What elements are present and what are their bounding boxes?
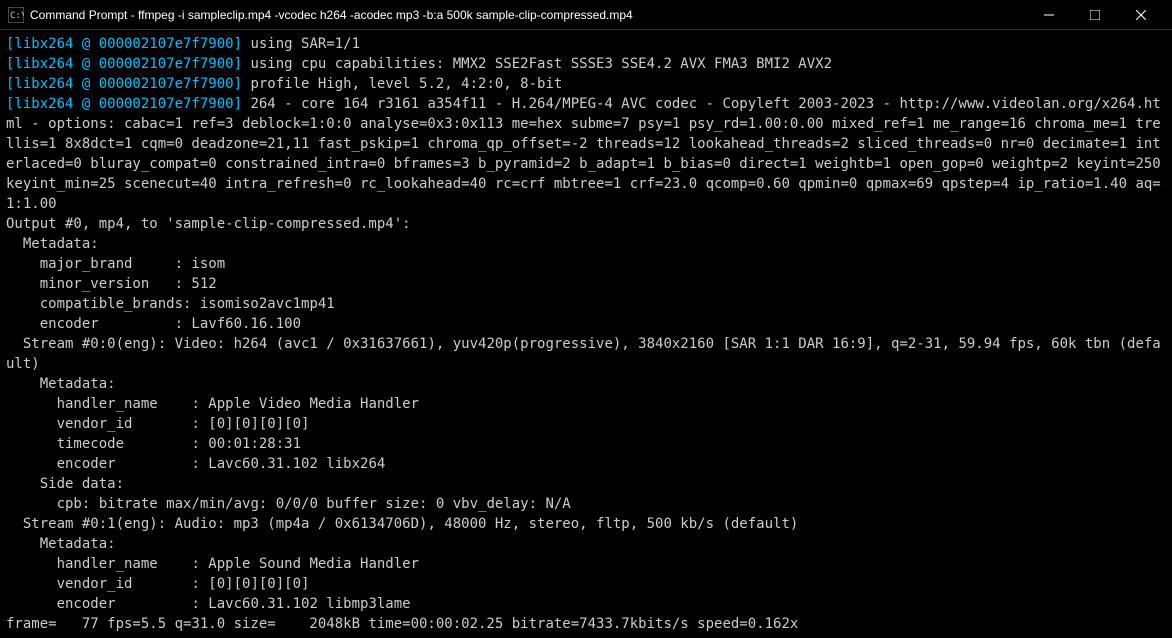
libx264-prefix: [libx264 @ 000002107e7f7900] <box>6 76 242 92</box>
libx264-prefix: [libx264 @ 000002107e7f7900] <box>6 56 242 72</box>
output-line: Side data: <box>6 474 1166 494</box>
output-line: minor_version : 512 <box>6 274 1166 294</box>
maximize-button[interactable] <box>1072 0 1118 30</box>
output-line: compatible_brands: isomiso2avc1mp41 <box>6 294 1166 314</box>
output-line: timecode : 00:01:28:31 <box>6 434 1166 454</box>
window-titlebar: C:\ Command Prompt - ffmpeg -i samplecli… <box>0 0 1172 30</box>
libx264-prefix: [libx264 @ 000002107e7f7900] <box>6 36 242 52</box>
output-text: profile High, level 5.2, 4:2:0, 8-bit <box>242 76 562 92</box>
output-line: cpb: bitrate max/min/avg: 0/0/0 buffer s… <box>6 494 1166 514</box>
output-line: encoder : Lavc60.31.102 libmp3lame <box>6 594 1166 614</box>
output-line: Stream #0:1(eng): Audio: mp3 (mp4a / 0x6… <box>6 514 1166 534</box>
close-button[interactable] <box>1118 0 1164 30</box>
window-title: Command Prompt - ffmpeg -i sampleclip.mp… <box>30 8 1026 22</box>
output-line: handler_name : Apple Sound Media Handler <box>6 554 1166 574</box>
output-line: encoder : Lavc60.31.102 libx264 <box>6 454 1166 474</box>
output-line: major_brand : isom <box>6 254 1166 274</box>
output-line: [libx264 @ 000002107e7f7900] using cpu c… <box>6 54 1166 74</box>
output-line: Metadata: <box>6 234 1166 254</box>
output-line: vendor_id : [0][0][0][0] <box>6 574 1166 594</box>
output-line: Stream #0:0(eng): Video: h264 (avc1 / 0x… <box>6 334 1166 374</box>
output-line: [libx264 @ 000002107e7f7900] profile Hig… <box>6 74 1166 94</box>
output-line: handler_name : Apple Video Media Handler <box>6 394 1166 414</box>
output-text: using cpu capabilities: MMX2 SSE2Fast SS… <box>242 56 832 72</box>
output-text: using SAR=1/1 <box>242 36 360 52</box>
output-line: [libx264 @ 000002107e7f7900] 264 - core … <box>6 94 1166 214</box>
svg-text:C:\: C:\ <box>10 11 24 21</box>
output-line: Metadata: <box>6 374 1166 394</box>
output-line: vendor_id : [0][0][0][0] <box>6 414 1166 434</box>
libx264-prefix: [libx264 @ 000002107e7f7900] <box>6 96 242 112</box>
output-line: encoder : Lavf60.16.100 <box>6 314 1166 334</box>
output-line: Metadata: <box>6 534 1166 554</box>
terminal-output[interactable]: [libx264 @ 000002107e7f7900] using SAR=1… <box>0 30 1172 638</box>
output-text: 264 - core 164 r3161 a354f11 - H.264/MPE… <box>6 96 1169 212</box>
output-line: frame= 77 fps=5.5 q=31.0 size= 2048kB ti… <box>6 614 1166 634</box>
minimize-button[interactable] <box>1026 0 1072 30</box>
output-line: Output #0, mp4, to 'sample-clip-compress… <box>6 214 1166 234</box>
cmd-icon: C:\ <box>8 7 24 23</box>
window-controls <box>1026 0 1164 30</box>
output-line: [libx264 @ 000002107e7f7900] using SAR=1… <box>6 34 1166 54</box>
